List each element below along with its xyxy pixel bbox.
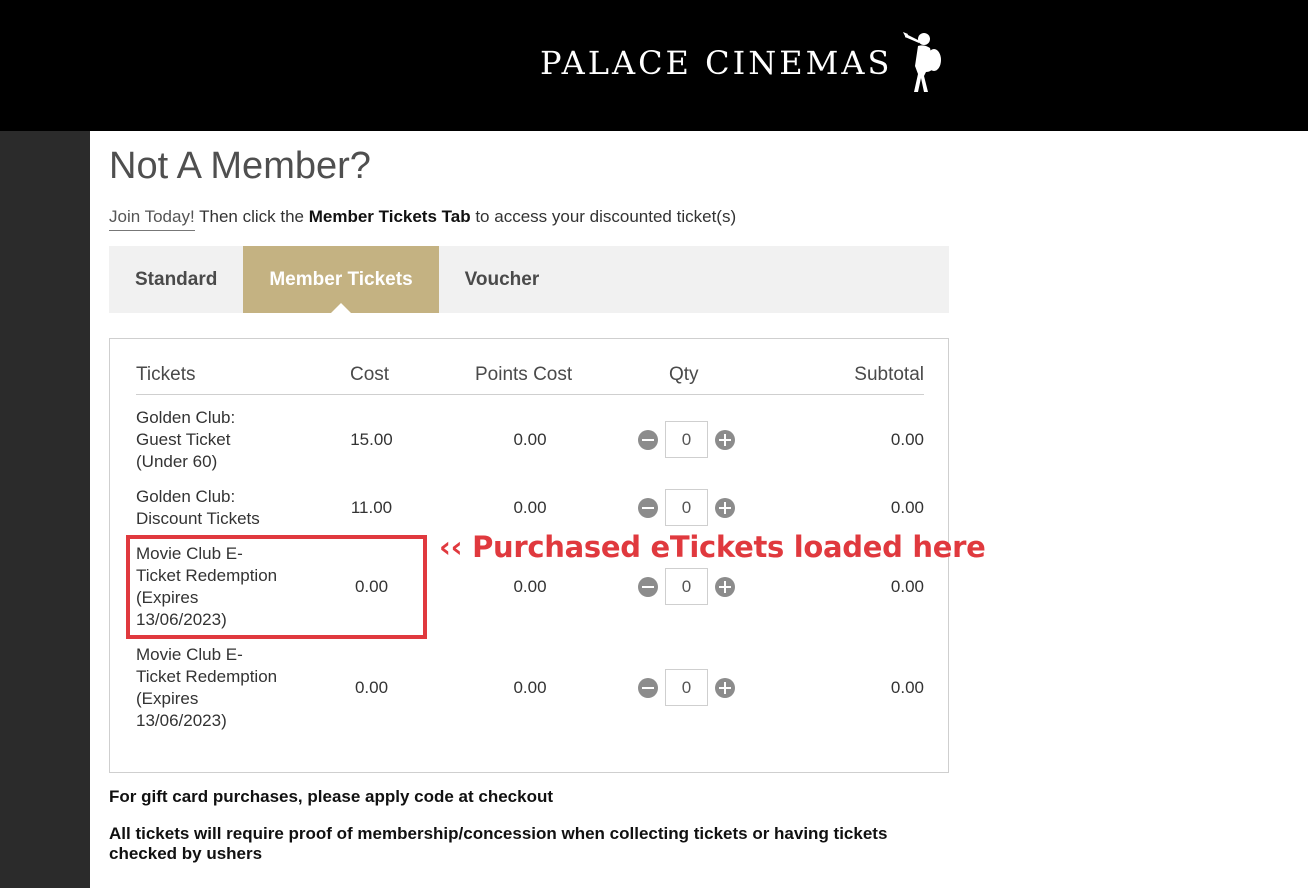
intro-text: Join Today! Then click the Member Ticket… [109, 207, 737, 231]
ticket-name-line: Golden Club: [136, 487, 236, 506]
quantity-stepper [638, 669, 735, 706]
ticket-cost: 0.00 [354, 678, 389, 697]
annotation-highlight-box [126, 535, 427, 639]
ticket-name: Golden Club: Discount Tickets [136, 486, 306, 530]
ticket-name-line: (Expires [136, 689, 199, 708]
ticket-points-cost: 0.00 [513, 678, 547, 697]
page-title: Not A Member? [109, 145, 371, 187]
intro-bold: Member Tickets Tab [308, 207, 471, 226]
ticket-subtotal: 0.00 [890, 498, 924, 517]
ticket-cost: 15.00 [350, 430, 393, 449]
plus-circle-icon[interactable] [715, 429, 735, 450]
plus-circle-icon[interactable] [715, 497, 735, 518]
tab-voucher[interactable]: Voucher [439, 246, 566, 313]
gift-card-note: For gift card purchases, please apply co… [109, 787, 554, 806]
minus-circle-icon[interactable] [638, 677, 658, 698]
minus-circle-icon[interactable] [638, 497, 658, 518]
ticket-name-line: (Under 60) [136, 452, 218, 471]
plus-circle-icon[interactable] [715, 677, 735, 698]
quantity-input[interactable] [665, 568, 708, 605]
ticket-name: Golden Club: Guest Ticket (Under 60) [136, 407, 306, 473]
ticket-name-line: Ticket Redemption [136, 667, 278, 686]
ticket-points-cost: 0.00 [513, 498, 547, 517]
tab-member-tickets[interactable]: Member Tickets [243, 246, 439, 313]
quantity-stepper [638, 568, 735, 605]
annotation-label: ‹‹ Purchased eTickets loaded here [439, 530, 986, 564]
ticket-tabs: Standard Member Tickets Voucher [109, 246, 949, 313]
left-sidebar-strip [0, 131, 90, 888]
header-points-cost: Points Cost [475, 364, 573, 385]
quantity-input[interactable] [665, 489, 708, 526]
ticket-points-cost: 0.00 [513, 430, 547, 449]
intro-mid: Then click the [194, 207, 309, 226]
quantity-stepper [638, 489, 735, 526]
quantity-input[interactable] [665, 669, 708, 706]
trumpeter-figure-icon [903, 32, 942, 92]
plus-circle-icon[interactable] [715, 576, 735, 597]
ticket-name-line: Movie Club E- [136, 645, 243, 664]
ticket-name-line: 13/06/2023) [136, 711, 227, 730]
ticket-name: Movie Club E- Ticket Redemption (Expires… [136, 644, 306, 732]
tab-standard[interactable]: Standard [109, 246, 243, 313]
palace-cinemas-logo[interactable]: PALACE CINEMAS [540, 30, 942, 96]
minus-circle-icon[interactable] [638, 576, 658, 597]
ticket-points-cost: 0.00 [513, 577, 547, 596]
header-tickets: Tickets [136, 364, 196, 385]
ticket-subtotal: 0.00 [890, 577, 924, 596]
intro-end: to access your discounted ticket(s) [470, 207, 737, 226]
ticket-name-line: Guest Ticket [136, 430, 231, 449]
header-qty: Qty [669, 364, 699, 385]
header-subtotal: Subtotal [854, 364, 924, 385]
membership-proof-note: All tickets will require proof of member… [109, 824, 888, 863]
ticket-subtotal: 0.00 [890, 430, 924, 449]
logo-text: PALACE CINEMAS [540, 44, 893, 82]
header-cost: Cost [350, 364, 390, 385]
ticket-subtotal: 0.00 [890, 678, 924, 697]
site-header: PALACE CINEMAS [0, 0, 1308, 131]
ticket-name-line: Discount Tickets [136, 509, 260, 528]
ticket-name-line: Golden Club: [136, 408, 236, 427]
header-divider [136, 394, 924, 395]
minus-circle-icon[interactable] [638, 429, 658, 450]
quantity-input[interactable] [665, 421, 708, 458]
ticket-cost: 11.00 [350, 498, 393, 517]
join-today-link[interactable]: Join Today! [109, 207, 195, 231]
quantity-stepper [638, 421, 735, 458]
